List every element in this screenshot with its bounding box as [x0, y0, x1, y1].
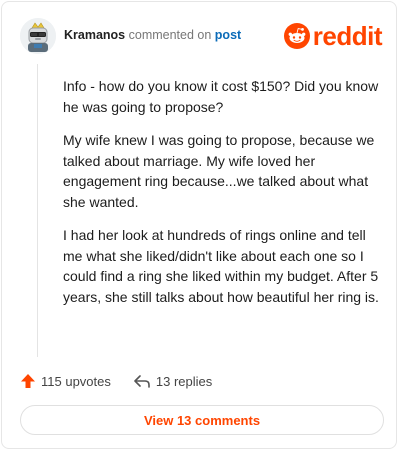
username[interactable]: Kramanos — [64, 28, 125, 42]
post-link[interactable]: post — [215, 28, 241, 42]
user-avatar[interactable] — [20, 18, 56, 54]
comment-body: Info - how do you know it cost $150? Did… — [63, 76, 385, 320]
reddit-wordmark: reddit — [312, 21, 383, 51]
comment-actions: 115 upvotes 13 replies — [20, 371, 234, 391]
thread-line[interactable] — [37, 64, 38, 357]
upvote-arrow-icon — [21, 374, 35, 388]
comment-card: Kramanos commented on post reddit Info -… — [1, 1, 397, 449]
comment-paragraph: I had her look at hundreds of rings onli… — [63, 227, 379, 305]
upvote-count: 115 upvotes — [41, 373, 111, 389]
comment-paragraph: My wife knew I was going to propose, bec… — [63, 132, 375, 210]
reply-arrow-icon — [134, 375, 150, 388]
reddit-alien-icon — [283, 23, 310, 49]
reply-count: 13 replies — [155, 373, 213, 389]
replies-button[interactable]: 13 replies — [133, 373, 212, 389]
comment-byline: Kramanos commented on post — [64, 28, 241, 42]
reddit-logo[interactable]: reddit — [283, 21, 383, 51]
comment-paragraph: Info - how do you know it cost $150? Did… — [63, 78, 379, 115]
commented-on-label: commented on — [128, 28, 212, 42]
comment-header: Kramanos commented on post reddit — [20, 18, 383, 54]
avatar-robot-icon — [20, 18, 56, 54]
view-comments-button[interactable]: View 13 comments — [20, 405, 384, 435]
upvote-button[interactable]: 115 upvotes — [20, 373, 111, 389]
